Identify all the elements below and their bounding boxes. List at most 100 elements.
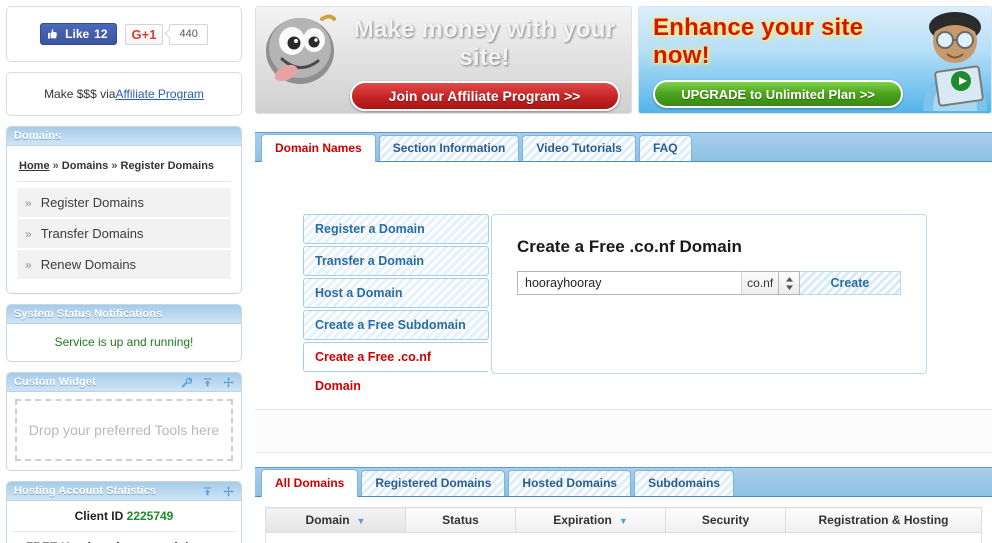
tab-all-domains[interactable]: All Domains xyxy=(261,469,359,497)
hosting-stats-title: Hosting Account Statistics xyxy=(14,484,157,497)
affiliate-promo-panel: Make $$$ via Affiliate Program xyxy=(6,72,242,116)
affiliate-banner-title: Make money with your site! xyxy=(353,15,616,71)
chevron-right-icon: » xyxy=(25,226,32,241)
system-status-panel: System Status Notifications Service is u… xyxy=(6,304,242,362)
column-header-registration-hosting[interactable]: Registration & Hosting xyxy=(785,507,982,533)
create-domain-form: co.nf Create xyxy=(517,271,901,295)
system-status-header: System Status Notifications xyxy=(7,305,241,324)
hosting-stats-body: Client ID 2225749 FREE Hosting plan upgr… xyxy=(7,501,241,543)
upgrade-banner-title: Enhance your site now! xyxy=(653,14,864,69)
sidebar-item-transfer-domains[interactable]: » Transfer Domains xyxy=(17,219,231,250)
collapse-icon[interactable] xyxy=(202,486,213,497)
hosting-plan-row: FREE Hosting plan upgrade/renew xyxy=(13,531,235,543)
column-header-status[interactable]: Status xyxy=(405,507,516,533)
move-icon[interactable] xyxy=(223,377,234,388)
panel-gap-strip-2 xyxy=(255,453,992,467)
join-affiliate-program-button[interactable]: Join our Affiliate Program >> xyxy=(349,80,620,111)
domains-table-head: Domain ▼ Status Expiration ▼ Security Regi xyxy=(265,507,982,533)
breadcrumb-current: Register Domains xyxy=(120,160,215,172)
main-content: Domain Names Section Information Video T… xyxy=(255,132,992,543)
affiliate-program-link[interactable]: Affiliate Program xyxy=(115,87,203,101)
domains-panel-body: Home » Domains » Register Domains » Regi… xyxy=(7,146,241,293)
affiliate-banner-content: Make money with your site! Join our Affi… xyxy=(348,10,631,111)
register-a-domain-button[interactable]: Register a Domain xyxy=(303,214,489,244)
widget-dropzone-text: Drop your preferred Tools here xyxy=(28,422,220,438)
create-domain-card: Create a Free .co.nf Domain co.nf Create xyxy=(491,214,927,374)
table-row: You do not have any domains. xyxy=(265,532,982,543)
upgrade-banner[interactable]: Enhance your site now! UPGRADE to Unlimi… xyxy=(638,6,992,114)
create-domain-heading: Create a Free .co.nf Domain xyxy=(517,237,742,256)
tab-section-information[interactable]: Section Information xyxy=(378,135,520,161)
system-status-title: System Status Notifications xyxy=(14,307,163,320)
sidebar-item-register-domains[interactable]: » Register Domains xyxy=(17,188,231,219)
column-label: Domain xyxy=(305,513,350,527)
domains-nav-list: » Register Domains » Transfer Domains » … xyxy=(17,188,231,283)
hosting-stats-tools xyxy=(202,486,234,497)
table-header-row: Domain ▼ Status Expiration ▼ Security Regi xyxy=(265,507,982,533)
widget-dropzone[interactable]: Drop your preferred Tools here xyxy=(15,399,233,461)
hosting-account-statistics-panel: Hosting Account Statistics Client ID 222… xyxy=(6,481,242,543)
sidebar-item-renew-domains[interactable]: » Renew Domains xyxy=(17,250,231,281)
create-a-free-subdomain-button[interactable]: Create a Free Subdomain xyxy=(303,310,489,340)
domain-names-layout: Register a Domain Transfer a Domain Host… xyxy=(255,184,992,393)
tab-registered-domains[interactable]: Registered Domains xyxy=(361,470,506,496)
chevron-right-icon: » xyxy=(25,257,32,272)
tab-faq[interactable]: FAQ xyxy=(638,135,692,161)
facebook-like-button[interactable]: Like 12 xyxy=(40,23,117,45)
transfer-a-domain-button[interactable]: Transfer a Domain xyxy=(303,246,489,276)
tab-domain-names[interactable]: Domain Names xyxy=(261,134,376,162)
wrench-icon[interactable] xyxy=(181,377,192,388)
google-plus-count[interactable]: 440 xyxy=(169,23,208,45)
client-id-value: 2225749 xyxy=(126,509,174,523)
domains-list-tabstrip: All Domains Registered Domains Hosted Do… xyxy=(255,467,992,497)
domains-table: Domain ▼ Status Expiration ▼ Security Regi xyxy=(265,507,982,543)
column-header-domain[interactable]: Domain ▼ xyxy=(265,507,406,533)
thumbs-up-icon xyxy=(47,28,60,41)
column-header-expiration[interactable]: Expiration ▼ xyxy=(515,507,666,533)
upgrade-plan-button[interactable]: UPGRADE to Unlimited Plan >> xyxy=(653,80,903,108)
tld-selected-value[interactable]: co.nf xyxy=(741,271,780,295)
host-a-domain-button[interactable]: Host a Domain xyxy=(303,278,489,308)
breadcrumb-separator-2: » xyxy=(108,160,121,172)
tab-video-tutorials[interactable]: Video Tutorials xyxy=(522,135,636,161)
domain-action-buttons: Register a Domain Transfer a Domain Host… xyxy=(303,214,489,393)
google-plus-one-button[interactable]: G+1 xyxy=(124,23,164,45)
stepper-arrows-icon xyxy=(785,276,793,290)
chevron-right-icon: » xyxy=(25,195,32,210)
create-a-free-conf-domain-button[interactable]: Create a Free .co.nf Domain xyxy=(303,342,489,393)
custom-widget-title: Custom Widget xyxy=(14,375,96,388)
system-status-message: Service is up and running! xyxy=(54,335,194,349)
sidebar-item-label: Renew Domains xyxy=(40,257,137,272)
google-plus-group: G+1 440 xyxy=(124,23,208,45)
domains-panel: Domains Home » Domains » Register Domain… xyxy=(6,126,242,294)
tab-hosted-domains[interactable]: Hosted Domains xyxy=(508,470,632,496)
domains-table-container: Domain ▼ Status Expiration ▼ Security Regi xyxy=(255,497,992,543)
system-status-body: Service is up and running! xyxy=(7,324,241,361)
breadcrumb-home-link[interactable]: Home xyxy=(19,160,50,172)
domains-panel-title: Domains xyxy=(14,129,62,142)
tab-subdomains[interactable]: Subdomains xyxy=(634,470,735,496)
empty-state-message: You do not have any domains. xyxy=(265,532,982,543)
column-header-security[interactable]: Security xyxy=(665,507,786,533)
chevron-down-icon: ▼ xyxy=(618,515,628,526)
social-panel: Like 12 G+1 440 xyxy=(6,6,242,62)
breadcrumb-separator-1: » xyxy=(49,160,62,172)
domain-names-panel: Register a Domain Transfer a Domain Host… xyxy=(255,162,992,410)
column-label: Status xyxy=(442,513,479,527)
client-id-row: Client ID 2225749 xyxy=(13,509,235,531)
facebook-like-label: Like xyxy=(65,27,90,41)
tld-stepper[interactable] xyxy=(779,271,800,295)
custom-widget-tools xyxy=(181,377,234,388)
affiliate-promo-text: Make $$$ via xyxy=(44,87,116,101)
collapse-icon[interactable] xyxy=(202,377,213,388)
page-root: Like 12 G+1 440 Make $$$ via Affiliate P… xyxy=(0,0,992,543)
sidebar-item-label: Register Domains xyxy=(40,195,145,210)
move-icon[interactable] xyxy=(223,486,234,497)
sidebar-item-label: Transfer Domains xyxy=(40,226,144,241)
create-domain-button[interactable]: Create xyxy=(799,271,901,295)
hosting-stats-header: Hosting Account Statistics xyxy=(7,482,241,501)
column-label: Security xyxy=(701,513,750,527)
domain-name-input[interactable] xyxy=(517,271,742,295)
chevron-down-icon: ▼ xyxy=(356,515,366,526)
affiliate-banner[interactable]: Make money with your site! Join our Affi… xyxy=(255,6,632,114)
